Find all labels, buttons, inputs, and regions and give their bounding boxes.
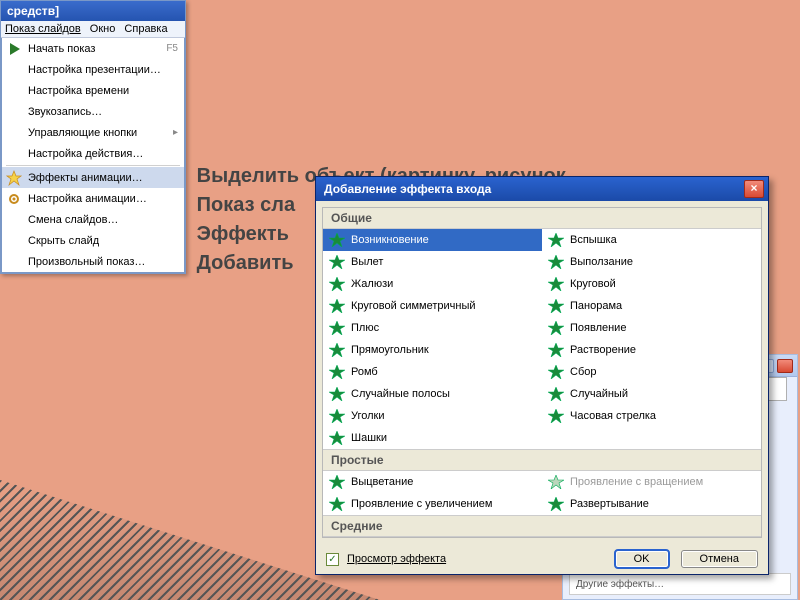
menubar[interactable]: Показ слайдов Окно Справка	[1, 21, 185, 38]
star-icon	[329, 277, 345, 291]
star-icon	[329, 255, 345, 269]
effect-item[interactable]: Вылет	[323, 251, 542, 273]
dialog-title: Добавление эффекта входа	[324, 182, 491, 196]
effect-item[interactable]: Появление	[542, 317, 761, 339]
window-title: средств]	[1, 1, 185, 21]
star-icon	[548, 409, 564, 423]
effect-item[interactable]: Часовая стрелка	[542, 405, 761, 427]
star-icon	[329, 299, 345, 313]
ok-button[interactable]: OK	[615, 550, 669, 568]
close-button[interactable]	[777, 359, 793, 373]
star-icon	[329, 387, 345, 401]
effect-item[interactable]: Плюс	[323, 317, 542, 339]
preview-checkbox[interactable]: ✓	[326, 553, 339, 566]
effect-item[interactable]: Панорама	[542, 295, 761, 317]
star-icon	[548, 255, 564, 269]
menu-item[interactable]: Настройка анимации…	[2, 188, 184, 209]
star-icon	[548, 497, 564, 511]
star-icon	[548, 277, 564, 291]
menu-item[interactable]: Скрыть слайд	[2, 230, 184, 251]
star-icon	[329, 233, 345, 247]
section-header: Простые	[323, 449, 761, 471]
effect-item[interactable]: Сбор	[542, 361, 761, 383]
dialog-titlebar[interactable]: Добавление эффекта входа ×	[316, 177, 768, 201]
section-header: Средние	[323, 515, 761, 537]
preview-label[interactable]: Просмотр эффекта	[347, 553, 446, 565]
star-icon	[548, 475, 564, 489]
star-icon	[329, 475, 345, 489]
star-icon	[548, 299, 564, 313]
effect-item[interactable]: Выцветание	[323, 471, 542, 493]
effect-item[interactable]: Вспышка	[542, 229, 761, 251]
menu-item[interactable]: Смена слайдов…	[2, 209, 184, 230]
menu-window[interactable]: Окно	[90, 23, 116, 35]
close-icon[interactable]: ×	[744, 180, 764, 198]
effect-item[interactable]: Круговой	[542, 273, 761, 295]
effect-item[interactable]: Проявление с увеличением	[323, 493, 542, 515]
menu-item[interactable]: Эффекты анимации…	[2, 167, 184, 188]
menu-help[interactable]: Справка	[124, 23, 167, 35]
section-header: Общие	[323, 208, 761, 229]
effect-item[interactable]: Растворение	[542, 339, 761, 361]
star-icon	[329, 343, 345, 357]
effects-list: ОбщиеВозникновениеВспышкаВылетВыползание…	[322, 207, 762, 538]
star-icon	[329, 409, 345, 423]
effect-item: Проявление с вращением	[542, 471, 761, 493]
menu-item[interactable]: Звукозапись…	[2, 101, 184, 122]
effect-item[interactable]: Шашки	[323, 427, 542, 449]
slideshow-menu-window: средств] Показ слайдов Окно Справка Нача…	[0, 0, 186, 274]
menu-slideshow[interactable]: Показ слайдов	[5, 23, 81, 35]
effect-item[interactable]: Прямоугольник	[323, 339, 542, 361]
star-icon	[548, 387, 564, 401]
effect-item[interactable]: Уголки	[323, 405, 542, 427]
star-icon	[329, 497, 345, 511]
effect-item[interactable]: Круговой симметричный	[323, 295, 542, 317]
star-icon	[548, 343, 564, 357]
star-icon	[548, 233, 564, 247]
star-icon	[548, 321, 564, 335]
more-effects-link[interactable]: Другие эффекты…	[569, 573, 791, 595]
star-icon	[329, 321, 345, 335]
menu-item[interactable]: Произвольный показ…	[2, 251, 184, 272]
effect-item[interactable]: Возникновение	[323, 229, 542, 251]
effect-item[interactable]: Жалюзи	[323, 273, 542, 295]
menu-item[interactable]: Настройка времени	[2, 80, 184, 101]
cancel-button[interactable]: Отмена	[681, 550, 758, 568]
dialog-footer: ✓ Просмотр эффекта OK Отмена	[316, 544, 768, 574]
effect-item[interactable]: Развертывание	[542, 493, 761, 515]
star-icon	[329, 365, 345, 379]
effect-item[interactable]: Случайные полосы	[323, 383, 542, 405]
slideshow-dropdown-menu: Начать показF5Настройка презентации…Наст…	[1, 38, 185, 273]
effect-item[interactable]: Выползание	[542, 251, 761, 273]
star-icon	[329, 431, 345, 445]
effect-item[interactable]: Ромб	[323, 361, 542, 383]
menu-item[interactable]: Начать показF5	[2, 38, 184, 59]
effect-item[interactable]: Случайный	[542, 383, 761, 405]
menu-item[interactable]: Управляющие кнопки▸	[2, 122, 184, 143]
add-entrance-effect-dialog: Добавление эффекта входа × ОбщиеВозникно…	[315, 176, 769, 575]
menu-item[interactable]: Настройка действия…	[2, 143, 184, 164]
menu-item[interactable]: Настройка презентации…	[2, 59, 184, 80]
star-icon	[548, 365, 564, 379]
